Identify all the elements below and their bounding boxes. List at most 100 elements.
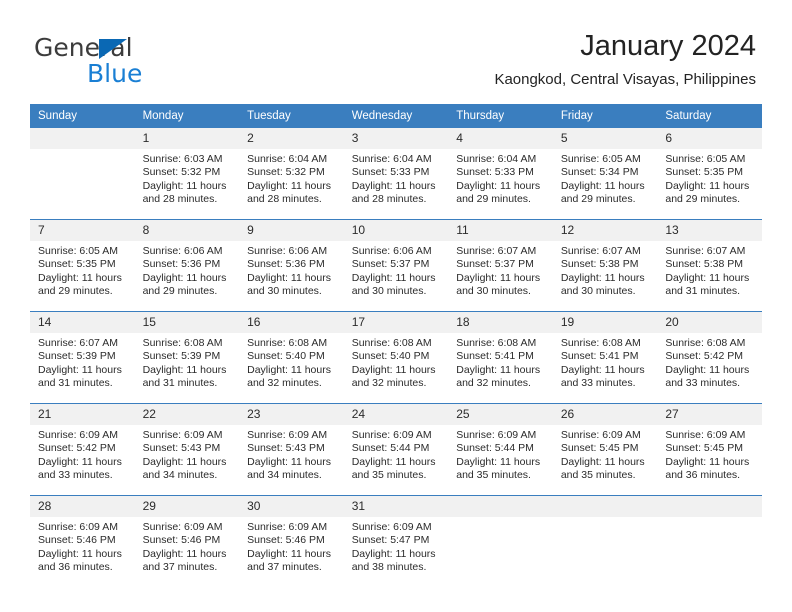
generalblue-logo[interactable]: General Blue xyxy=(34,34,234,90)
sunset-text: Sunset: 5:38 PM xyxy=(560,258,639,271)
day-cell[interactable]: Sunrise: 6:08 AM Sunset: 5:41 PM Dayligh… xyxy=(448,333,553,404)
week-info-row: Sunrise: 6:05 AM Sunset: 5:35 PM Dayligh… xyxy=(30,241,762,312)
day-cell[interactable]: Sunrise: 6:08 AM Sunset: 5:39 PM Dayligh… xyxy=(134,333,240,404)
day-cell[interactable]: Sunrise: 6:06 AM Sunset: 5:36 PM Dayligh… xyxy=(134,241,240,312)
sunrise-text: Sunrise: 6:08 AM xyxy=(351,337,432,349)
day-cell[interactable]: Sunrise: 6:09 AM Sunset: 5:47 PM Dayligh… xyxy=(343,517,449,587)
sunset-text: Sunset: 5:39 PM xyxy=(142,350,221,363)
day-number xyxy=(30,128,135,149)
day-cell[interactable]: Sunrise: 6:06 AM Sunset: 5:37 PM Dayligh… xyxy=(343,241,449,312)
day-cell[interactable]: Sunrise: 6:09 AM Sunset: 5:42 PM Dayligh… xyxy=(30,425,135,496)
day-cell[interactable]: Sunrise: 6:08 AM Sunset: 5:40 PM Dayligh… xyxy=(343,333,449,404)
sunrise-text: Sunrise: 6:09 AM xyxy=(351,521,432,533)
sunrise-text: Sunrise: 6:07 AM xyxy=(38,337,118,349)
day-cell[interactable]: Sunrise: 6:09 AM Sunset: 5:46 PM Dayligh… xyxy=(134,517,240,587)
daylight-text: Daylight: 11 hours and 34 minutes. xyxy=(247,455,331,482)
day-cell[interactable]: Sunrise: 6:09 AM Sunset: 5:46 PM Dayligh… xyxy=(239,517,344,587)
day-cell[interactable]: Sunrise: 6:09 AM Sunset: 5:43 PM Dayligh… xyxy=(134,425,240,496)
calendar-page: General Blue January 2024 Kaongkod, Cent… xyxy=(0,0,792,612)
day-number: 17 xyxy=(343,311,449,333)
daylight-text: Daylight: 11 hours and 32 minutes. xyxy=(247,363,331,390)
day-cell[interactable]: Sunrise: 6:05 AM Sunset: 5:35 PM Dayligh… xyxy=(657,149,762,220)
day-number: 8 xyxy=(134,219,240,241)
day-cell[interactable] xyxy=(552,517,658,587)
day-cell[interactable]: Sunrise: 6:08 AM Sunset: 5:41 PM Dayligh… xyxy=(552,333,658,404)
sunset-text: Sunset: 5:33 PM xyxy=(351,166,430,179)
day-cell[interactable]: Sunrise: 6:07 AM Sunset: 5:38 PM Dayligh… xyxy=(657,241,762,312)
day-cell[interactable]: Sunrise: 6:04 AM Sunset: 5:33 PM Dayligh… xyxy=(343,149,449,220)
day-cell[interactable]: Sunrise: 6:04 AM Sunset: 5:32 PM Dayligh… xyxy=(239,149,344,220)
day-cell[interactable] xyxy=(30,149,135,220)
weekday-header-wednesday: Wednesday xyxy=(343,104,449,128)
sunrise-text: Sunrise: 6:08 AM xyxy=(456,337,537,349)
sunset-text: Sunset: 5:40 PM xyxy=(247,350,325,363)
sunrise-text: Sunrise: 6:09 AM xyxy=(560,429,641,441)
daylight-text: Daylight: 11 hours and 37 minutes. xyxy=(247,547,331,574)
day-number: 26 xyxy=(552,403,658,425)
daylight-text: Daylight: 11 hours and 28 minutes. xyxy=(247,179,331,206)
day-cell[interactable]: Sunrise: 6:09 AM Sunset: 5:44 PM Dayligh… xyxy=(448,425,553,496)
day-number: 23 xyxy=(239,403,344,425)
sunset-text: Sunset: 5:34 PM xyxy=(560,166,639,179)
day-cell[interactable]: Sunrise: 6:09 AM Sunset: 5:45 PM Dayligh… xyxy=(552,425,658,496)
day-cell[interactable]: Sunrise: 6:07 AM Sunset: 5:39 PM Dayligh… xyxy=(30,333,135,404)
title-block: January 2024 Kaongkod, Central Visayas, … xyxy=(494,28,756,89)
day-cell[interactable]: Sunrise: 6:09 AM Sunset: 5:44 PM Dayligh… xyxy=(343,425,449,496)
day-cell[interactable]: Sunrise: 6:06 AM Sunset: 5:36 PM Dayligh… xyxy=(239,241,344,312)
daylight-text: Daylight: 11 hours and 32 minutes. xyxy=(456,363,541,390)
day-number: 25 xyxy=(448,403,553,425)
day-number: 18 xyxy=(448,311,553,333)
logo-text-blue: Blue xyxy=(87,59,143,88)
week-info-row: Sunrise: 6:09 AM Sunset: 5:42 PM Dayligh… xyxy=(30,425,762,496)
day-cell[interactable]: Sunrise: 6:07 AM Sunset: 5:37 PM Dayligh… xyxy=(448,241,553,312)
day-number xyxy=(448,495,553,517)
day-number: 1 xyxy=(134,128,240,149)
location-subtitle: Kaongkod, Central Visayas, Philippines xyxy=(494,71,756,88)
day-cell[interactable] xyxy=(657,517,762,587)
day-number: 12 xyxy=(552,219,658,241)
sunset-text: Sunset: 5:46 PM xyxy=(142,534,221,547)
sunset-text: Sunset: 5:46 PM xyxy=(247,534,325,547)
sunset-text: Sunset: 5:46 PM xyxy=(38,534,116,547)
daylight-text: Daylight: 11 hours and 29 minutes. xyxy=(665,179,750,206)
sunrise-text: Sunrise: 6:08 AM xyxy=(560,337,641,349)
week-number-row: 14 15 16 17 18 19 20 xyxy=(30,311,762,333)
day-cell[interactable]: Sunrise: 6:08 AM Sunset: 5:42 PM Dayligh… xyxy=(657,333,762,404)
week-info-row: Sunrise: 6:03 AM Sunset: 5:32 PM Dayligh… xyxy=(30,149,762,220)
day-number: 24 xyxy=(343,403,449,425)
sunrise-text: Sunrise: 6:09 AM xyxy=(38,521,118,533)
week-number-row: 21 22 23 24 25 26 27 xyxy=(30,403,762,425)
weekday-header-saturday: Saturday xyxy=(657,104,762,128)
sunrise-text: Sunrise: 6:07 AM xyxy=(456,245,537,257)
day-cell[interactable]: Sunrise: 6:03 AM Sunset: 5:32 PM Dayligh… xyxy=(134,149,240,220)
day-number: 28 xyxy=(30,495,135,517)
day-cell[interactable]: Sunrise: 6:05 AM Sunset: 5:35 PM Dayligh… xyxy=(30,241,135,312)
day-number: 20 xyxy=(657,311,762,333)
day-number: 4 xyxy=(448,128,553,149)
daylight-text: Daylight: 11 hours and 29 minutes. xyxy=(560,179,645,206)
day-cell[interactable]: Sunrise: 6:09 AM Sunset: 5:45 PM Dayligh… xyxy=(657,425,762,496)
weekday-header-sunday: Sunday xyxy=(30,104,135,128)
day-cell[interactable] xyxy=(448,517,553,587)
sunset-text: Sunset: 5:43 PM xyxy=(142,442,221,455)
daylight-text: Daylight: 11 hours and 33 minutes. xyxy=(665,363,750,390)
sunset-text: Sunset: 5:42 PM xyxy=(665,350,744,363)
day-cell[interactable]: Sunrise: 6:04 AM Sunset: 5:33 PM Dayligh… xyxy=(448,149,553,220)
daylight-text: Daylight: 11 hours and 32 minutes. xyxy=(351,363,436,390)
sunset-text: Sunset: 5:32 PM xyxy=(247,166,325,179)
day-cell[interactable]: Sunrise: 6:05 AM Sunset: 5:34 PM Dayligh… xyxy=(552,149,658,220)
day-cell[interactable]: Sunrise: 6:09 AM Sunset: 5:43 PM Dayligh… xyxy=(239,425,344,496)
day-cell[interactable]: Sunrise: 6:07 AM Sunset: 5:38 PM Dayligh… xyxy=(552,241,658,312)
daylight-text: Daylight: 11 hours and 31 minutes. xyxy=(38,363,122,390)
day-cell[interactable]: Sunrise: 6:09 AM Sunset: 5:46 PM Dayligh… xyxy=(30,517,135,587)
sunrise-text: Sunrise: 6:09 AM xyxy=(142,521,223,533)
weekday-header-row: Sunday Monday Tuesday Wednesday Thursday… xyxy=(30,104,762,128)
daylight-text: Daylight: 11 hours and 29 minutes. xyxy=(142,271,227,298)
sunset-text: Sunset: 5:41 PM xyxy=(456,350,534,363)
sunrise-text: Sunrise: 6:07 AM xyxy=(560,245,641,257)
sunset-text: Sunset: 5:33 PM xyxy=(456,166,534,179)
sunrise-text: Sunrise: 6:09 AM xyxy=(142,429,223,441)
day-cell[interactable]: Sunrise: 6:08 AM Sunset: 5:40 PM Dayligh… xyxy=(239,333,344,404)
daylight-text: Daylight: 11 hours and 35 minutes. xyxy=(351,455,436,482)
day-number: 3 xyxy=(343,128,449,149)
